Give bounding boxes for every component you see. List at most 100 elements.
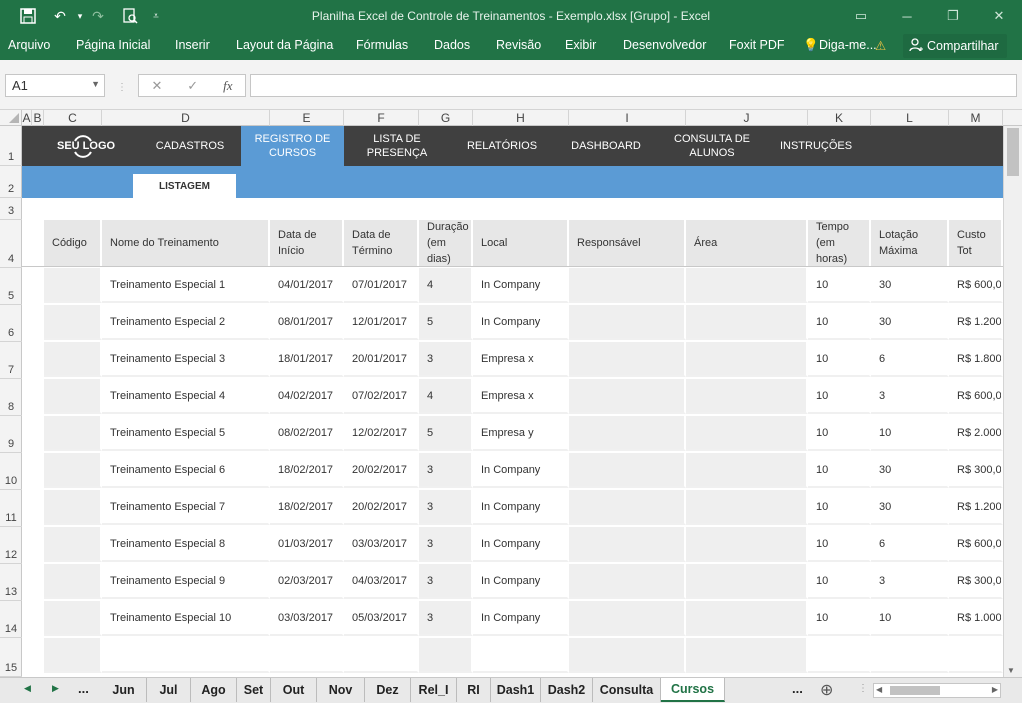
table-cell[interactable]: 30 bbox=[871, 268, 949, 303]
table-cell[interactable]: In Company bbox=[473, 564, 569, 599]
table-cell[interactable]: Treinamento Especial 10 bbox=[102, 601, 270, 636]
sheet-tab[interactable]: Out bbox=[271, 678, 317, 702]
sheet-tab[interactable]: RI bbox=[457, 678, 491, 702]
table-cell[interactable] bbox=[569, 527, 686, 562]
table-cell[interactable]: 07/02/2017 bbox=[344, 379, 419, 414]
table-cell[interactable] bbox=[419, 638, 473, 673]
tab-exibir[interactable]: Exibir bbox=[565, 38, 596, 52]
customize-toolbar-icon[interactable]: ⩡ bbox=[144, 4, 168, 28]
table-cell[interactable] bbox=[686, 379, 808, 414]
table-cell[interactable] bbox=[569, 379, 686, 414]
table-cell[interactable]: Empresa x bbox=[473, 379, 569, 414]
sheet-tab[interactable]: Nov bbox=[317, 678, 365, 702]
table-cell[interactable]: 5 bbox=[419, 305, 473, 340]
row-header[interactable]: 9 bbox=[0, 416, 22, 453]
col-header-i[interactable]: I bbox=[569, 110, 686, 126]
table-cell[interactable]: Treinamento Especial 4 bbox=[102, 379, 270, 414]
table-cell[interactable] bbox=[569, 453, 686, 488]
scroll-left-icon[interactable]: ◀ bbox=[876, 685, 882, 694]
table-cell[interactable] bbox=[569, 416, 686, 451]
table-cell[interactable]: In Company bbox=[473, 305, 569, 340]
table-cell[interactable]: Treinamento Especial 2 bbox=[102, 305, 270, 340]
table-cell[interactable]: 20/02/2017 bbox=[344, 453, 419, 488]
save-icon[interactable] bbox=[16, 4, 40, 28]
table-cell[interactable]: 10 bbox=[808, 342, 871, 377]
table-cell[interactable]: 3 bbox=[419, 564, 473, 599]
row-header[interactable]: 4 bbox=[0, 220, 22, 268]
table-cell[interactable]: 3 bbox=[419, 490, 473, 525]
table-cell[interactable]: 30 bbox=[871, 490, 949, 525]
horizontal-scroll-thumb[interactable] bbox=[890, 686, 940, 695]
row-header[interactable]: 10 bbox=[0, 453, 22, 490]
sheet-more-right[interactable]: ... bbox=[792, 681, 803, 696]
sheet-prev-icon[interactable]: ◀ bbox=[24, 683, 31, 694]
formula-input[interactable] bbox=[250, 74, 1017, 97]
print-preview-icon[interactable] bbox=[118, 4, 142, 28]
row-header[interactable]: 12 bbox=[0, 527, 22, 564]
table-cell[interactable] bbox=[686, 268, 808, 303]
table-cell[interactable]: 10 bbox=[808, 564, 871, 599]
table-cell[interactable] bbox=[569, 268, 686, 303]
chevron-down-icon[interactable]: ▼ bbox=[91, 79, 100, 89]
table-cell[interactable]: Treinamento Especial 8 bbox=[102, 527, 270, 562]
table-cell[interactable] bbox=[44, 601, 102, 636]
sheet-tab[interactable]: Dash2 bbox=[541, 678, 593, 702]
column-header[interactable]: Responsável bbox=[569, 220, 686, 266]
table-cell[interactable] bbox=[686, 305, 808, 340]
col-header-d[interactable]: D bbox=[102, 110, 270, 126]
nav-dashboard[interactable]: DASHBOARD bbox=[556, 126, 656, 166]
table-cell[interactable]: 5 bbox=[419, 416, 473, 451]
sheet-tab[interactable]: Ago bbox=[191, 678, 237, 702]
table-cell[interactable]: 10 bbox=[871, 601, 949, 636]
col-header-l[interactable]: L bbox=[871, 110, 949, 126]
table-cell[interactable]: Treinamento Especial 9 bbox=[102, 564, 270, 599]
table-cell[interactable]: 30 bbox=[871, 305, 949, 340]
col-header-b[interactable]: B bbox=[32, 110, 44, 126]
table-cell[interactable] bbox=[569, 490, 686, 525]
table-cell[interactable]: Empresa x bbox=[473, 342, 569, 377]
table-cell[interactable]: Treinamento Especial 7 bbox=[102, 490, 270, 525]
tab-formulas[interactable]: Fórmulas bbox=[356, 38, 408, 52]
table-cell[interactable]: 10 bbox=[808, 490, 871, 525]
nav-lista-de-presenca[interactable]: LISTA DE PRESENÇA bbox=[348, 126, 446, 166]
tell-me-box[interactable]: Diga-me... bbox=[819, 38, 877, 52]
redo-icon[interactable]: ↷ bbox=[86, 4, 110, 28]
ribbon-display-icon[interactable]: ▭ bbox=[838, 0, 884, 32]
col-header-f[interactable]: F bbox=[344, 110, 419, 126]
table-cell[interactable]: Treinamento Especial 6 bbox=[102, 453, 270, 488]
tab-pagina-inicial[interactable]: Página Inicial bbox=[76, 38, 150, 52]
table-cell[interactable]: 01/03/2017 bbox=[270, 527, 344, 562]
table-cell[interactable] bbox=[44, 305, 102, 340]
table-cell[interactable]: Treinamento Especial 1 bbox=[102, 268, 270, 303]
column-header[interactable]: Tempo (em horas) bbox=[808, 220, 871, 266]
table-cell[interactable]: 4 bbox=[419, 268, 473, 303]
table-cell[interactable] bbox=[686, 453, 808, 488]
vertical-scroll-thumb[interactable] bbox=[1007, 128, 1019, 176]
col-header-e[interactable]: E bbox=[270, 110, 344, 126]
sheet-tab[interactable]: Consulta bbox=[593, 678, 661, 702]
table-cell[interactable] bbox=[686, 527, 808, 562]
table-cell[interactable]: 10 bbox=[808, 453, 871, 488]
horizontal-scrollbar[interactable]: ◀ ▶ bbox=[873, 683, 1001, 698]
nav-registro-de-cursos[interactable]: REGISTRO DE CURSOS bbox=[241, 126, 344, 166]
table-cell[interactable] bbox=[102, 638, 270, 673]
row-header[interactable]: 5 bbox=[0, 268, 22, 305]
table-cell[interactable] bbox=[569, 342, 686, 377]
cancel-icon[interactable]: ✕ bbox=[151, 78, 162, 94]
table-cell[interactable]: In Company bbox=[473, 453, 569, 488]
table-cell[interactable]: R$ 1.200, bbox=[949, 305, 1003, 340]
nav-instrucoes[interactable]: INSTRUÇÕES bbox=[766, 126, 866, 166]
table-cell[interactable]: 10 bbox=[808, 268, 871, 303]
tab-inserir[interactable]: Inserir bbox=[175, 38, 210, 52]
table-cell[interactable]: 18/02/2017 bbox=[270, 490, 344, 525]
table-cell[interactable]: R$ 2.000 bbox=[949, 416, 1003, 451]
enter-icon[interactable]: ✓ bbox=[187, 78, 198, 94]
tab-listagem[interactable]: LISTAGEM bbox=[133, 174, 236, 198]
nav-relatorios[interactable]: RELATÓRIOS bbox=[452, 126, 552, 166]
sheet-tab[interactable]: Dez bbox=[365, 678, 411, 702]
table-cell[interactable] bbox=[44, 342, 102, 377]
column-header[interactable]: Duração (em dias) bbox=[419, 220, 473, 266]
table-cell[interactable] bbox=[686, 564, 808, 599]
table-cell[interactable] bbox=[44, 416, 102, 451]
row-header[interactable]: 8 bbox=[0, 379, 22, 416]
